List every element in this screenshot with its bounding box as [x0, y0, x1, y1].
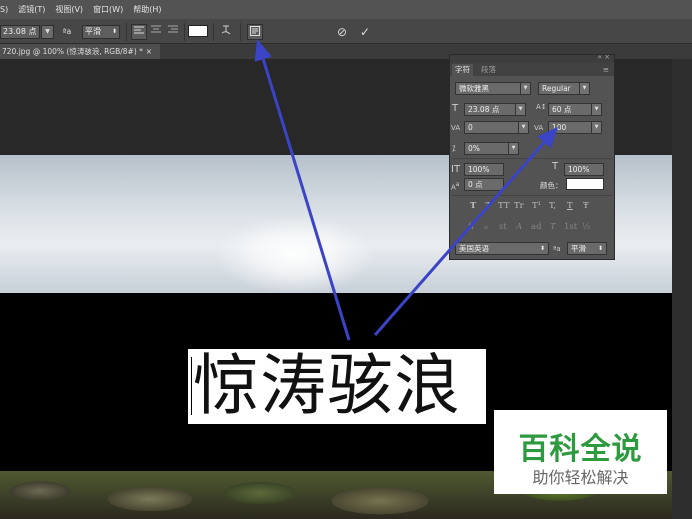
- stylistic-alternates-button[interactable]: ad: [531, 222, 542, 232]
- panel-anti-alias-select[interactable]: 平滑 ⬍: [567, 242, 607, 255]
- watermark-subtitle: 助你轻松解决: [532, 468, 629, 487]
- separator: [240, 23, 241, 41]
- text-layer-box[interactable]: 惊涛骇浪: [188, 349, 486, 424]
- warp-text-icon[interactable]: [218, 24, 234, 40]
- menu-item-select[interactable]: S): [0, 5, 8, 14]
- anti-alias-select[interactable]: 平滑 ⬍: [82, 25, 120, 39]
- panel-divider: [452, 195, 612, 196]
- tab-paragraph[interactable]: 段落: [478, 64, 499, 76]
- kerning-field[interactable]: 0: [464, 121, 519, 134]
- font-size-dropdown[interactable]: ▼: [41, 25, 54, 39]
- titling-alternates-button[interactable]: T: [550, 222, 556, 232]
- faux-italic-button[interactable]: T: [485, 201, 491, 211]
- separator: [126, 23, 127, 41]
- baseline-shift-field[interactable]: 0 点: [464, 178, 504, 191]
- tracking-field[interactable]: 100: [548, 121, 592, 134]
- font-family-dropdown[interactable]: ▼: [520, 82, 531, 95]
- font-style-dropdown[interactable]: ▼: [579, 82, 590, 95]
- panel-font-size-dropdown[interactable]: ▼: [515, 103, 526, 116]
- all-caps-button[interactable]: TT: [498, 201, 510, 211]
- baseline-shift-icon: Aa: [451, 182, 460, 192]
- align-center-icon[interactable]: [148, 24, 164, 40]
- strikethrough-button[interactable]: Ŧ: [583, 201, 589, 211]
- vertical-scale-icon: IT: [451, 164, 461, 175]
- leading-field[interactable]: 60 点: [548, 103, 592, 116]
- tracking-dropdown[interactable]: ▼: [591, 121, 602, 134]
- swash-button[interactable]: A: [516, 222, 522, 232]
- tsume-icon: ⁒: [452, 144, 456, 153]
- language-value: 美国英语: [459, 244, 489, 253]
- underline-button[interactable]: T: [567, 201, 573, 211]
- align-left-icon[interactable]: [131, 24, 147, 40]
- superscript-button[interactable]: T¹: [532, 201, 541, 211]
- menu-bar: S) 滤镜(T) 视图(V) 窗口(W) 帮助(H): [0, 0, 692, 19]
- tsume-field[interactable]: 0%: [464, 142, 509, 155]
- font-size-icon: T: [452, 103, 459, 114]
- leading-icon: A↕: [536, 103, 547, 111]
- tsume-dropdown[interactable]: ▼: [508, 142, 519, 155]
- options-bar: 23.08 点 ▼ ªa 平滑 ⬍ ⊘ ✓: [0, 19, 692, 44]
- separator: [213, 23, 214, 41]
- menu-item-help[interactable]: 帮助(H): [133, 4, 161, 15]
- discretionary-ligatures-button[interactable]: st: [499, 222, 507, 232]
- contextual-alternates-button[interactable]: ℴ: [484, 222, 488, 232]
- text-layer-content: 惊涛骇浪: [193, 347, 461, 424]
- panel-divider: [452, 158, 612, 159]
- small-caps-button[interactable]: Tr: [514, 201, 524, 211]
- horizontal-scale-icon: T: [552, 161, 559, 172]
- tab-character[interactable]: 字符: [452, 64, 473, 76]
- panel-tabs: 字符 段落 ≡: [450, 63, 614, 76]
- panel-color-swatch[interactable]: [566, 178, 604, 190]
- panel-font-size-field[interactable]: 23.08 点: [464, 103, 516, 116]
- ligatures-button[interactable]: fi: [468, 222, 474, 232]
- leading-dropdown[interactable]: ▼: [591, 103, 602, 116]
- watermark: 百科全说 助你轻松解决: [494, 410, 667, 494]
- character-panel: « × 字符 段落 ≡ 微软雅黑 ▼ Regular ▼ T 23.08 点 ▼…: [449, 53, 615, 260]
- panel-anti-alias-icon: ªa: [553, 245, 561, 253]
- ordinals-button[interactable]: 1st: [564, 222, 577, 232]
- subscript-button[interactable]: T,: [549, 201, 556, 211]
- canvas-right-strip: [672, 59, 692, 519]
- commit-icon[interactable]: ✓: [357, 24, 373, 40]
- text-color-swatch[interactable]: [188, 25, 208, 37]
- font-family-field[interactable]: 微软雅黑: [455, 82, 521, 95]
- text-cursor: [191, 357, 192, 415]
- anti-alias-value: 平滑: [85, 27, 101, 36]
- document-tab-title: 720.jpg @ 100% (惊涛骇浪, RGB/8#) *: [2, 47, 143, 56]
- fractions-button[interactable]: ½: [582, 222, 590, 232]
- vertical-scale-field[interactable]: 100%: [464, 163, 504, 176]
- menu-item-view[interactable]: 视图(V): [55, 4, 83, 15]
- horizontal-scale-field[interactable]: 100%: [564, 163, 604, 176]
- color-label: 颜色：: [540, 181, 563, 190]
- align-right-icon[interactable]: [165, 24, 181, 40]
- panel-titlebar: « ×: [450, 53, 614, 63]
- menu-item-filter[interactable]: 滤镜(T): [18, 4, 45, 15]
- kerning-dropdown[interactable]: ▼: [518, 121, 529, 134]
- language-select[interactable]: 美国英语 ⬍: [455, 242, 549, 255]
- kerning-icon: VA: [451, 124, 461, 132]
- cancel-icon[interactable]: ⊘: [334, 24, 350, 40]
- menu-item-window[interactable]: 窗口(W): [93, 4, 123, 15]
- faux-bold-button[interactable]: T: [470, 201, 476, 211]
- opentype-buttons: fi ℴ st A ad T 1st ½: [450, 222, 614, 234]
- separator: [184, 23, 185, 41]
- character-panel-icon[interactable]: [247, 24, 263, 40]
- type-style-buttons: T T TT Tr T¹ T, T Ŧ: [450, 201, 614, 213]
- watermark-title: 百科全说: [518, 432, 643, 467]
- tracking-icon: VA: [534, 124, 544, 132]
- font-style-field[interactable]: Regular: [538, 82, 580, 95]
- document-tab[interactable]: 720.jpg @ 100% (惊涛骇浪, RGB/8#) * ×: [0, 44, 160, 59]
- panel-menu-icon[interactable]: ≡: [600, 64, 612, 76]
- wave-spray: [215, 215, 375, 293]
- tab-close-icon[interactable]: ×: [146, 44, 152, 59]
- font-size-field[interactable]: 23.08 点: [0, 25, 40, 39]
- panel-anti-alias-value: 平滑: [571, 244, 586, 253]
- panel-controls[interactable]: « ×: [598, 53, 610, 61]
- anti-alias-icon: ªa: [62, 27, 72, 36]
